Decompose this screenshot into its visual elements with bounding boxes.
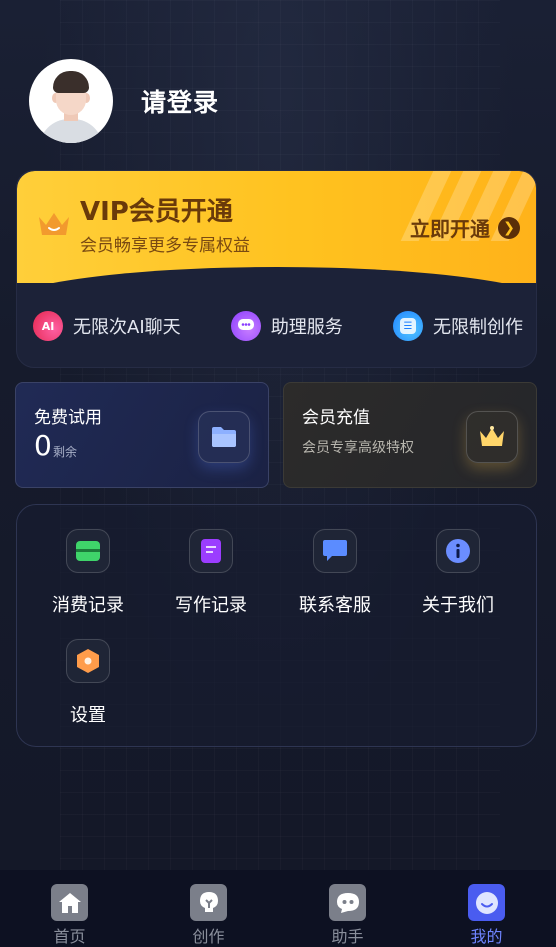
tab-label: 助手: [331, 927, 364, 946]
benefit-create: ☰ 无限制创作: [393, 311, 523, 341]
crown-icon: [466, 411, 518, 463]
benefit-assistant: 助理服务: [230, 311, 343, 341]
benefit-label: 无限制创作: [433, 317, 523, 338]
settings-hexagon-icon: [66, 639, 110, 683]
menu-label: 关于我们: [422, 595, 494, 616]
free-trial-count: 0: [34, 429, 52, 462]
benefit-label: 助理服务: [270, 317, 343, 338]
tab-label: 我的: [470, 927, 503, 946]
user-avatar-icon[interactable]: [29, 59, 113, 143]
menu-item-about-us[interactable]: 关于我们: [393, 529, 523, 617]
recharge-card[interactable]: 会员充值 会员专享高级特权: [283, 382, 537, 488]
tab-assistant[interactable]: 助手: [278, 870, 417, 947]
create-icon: ☰: [393, 311, 423, 341]
menu-label: 消费记录: [52, 595, 124, 616]
bottom-tab-bar: 首页 创作 助手 我的: [0, 870, 556, 947]
profile-icon: [468, 884, 505, 921]
vip-benefits: AI 无限次AI聊天 助理服务 ☰ 无限制创作: [33, 311, 523, 341]
wallet-icon: [66, 529, 110, 573]
info-icon: [436, 529, 480, 573]
login-prompt[interactable]: 请登录: [141, 83, 219, 119]
chat-bubble-icon: [313, 529, 357, 573]
vip-crown-icon: [39, 213, 69, 235]
menu-label: 写作记录: [175, 595, 247, 616]
home-icon: [51, 884, 88, 921]
vip-title: VIP会员开通: [80, 197, 233, 227]
document-icon: [189, 529, 233, 573]
free-trial-card[interactable]: 免费试用 0 剩余: [15, 382, 269, 488]
feature-menu: 消费记录 写作记录 联系客服 关于我们 设置: [16, 504, 537, 747]
menu-item-settings[interactable]: 设置: [23, 639, 153, 727]
tab-create[interactable]: 创作: [139, 870, 278, 947]
recharge-title: 会员充值: [302, 408, 370, 428]
tab-home[interactable]: 首页: [0, 870, 139, 947]
menu-item-writing-history[interactable]: 写作记录: [146, 529, 276, 617]
ai-chat-icon: AI: [33, 311, 63, 341]
vip-open-button[interactable]: 立即开通 ❯: [410, 213, 520, 242]
profile-header[interactable]: 请登录: [29, 59, 219, 143]
assistant-icon: [230, 311, 261, 341]
folder-icon: [198, 411, 250, 463]
vip-open-label: 立即开通: [410, 217, 490, 241]
free-trial-unit: 剩余: [53, 445, 78, 459]
bulb-icon: [190, 884, 227, 921]
vip-subtitle: 会员畅享更多专属权益: [80, 236, 250, 256]
tab-label: 创作: [192, 927, 225, 946]
vip-card[interactable]: VIP会员开通 会员畅享更多专属权益 立即开通 ❯ AI 无限次AI聊天 助理服…: [16, 170, 537, 368]
chevron-right-icon: ❯: [498, 216, 520, 239]
menu-item-customer-service[interactable]: 联系客服: [270, 529, 400, 617]
free-trial-title: 免费试用: [34, 408, 102, 428]
benefit-label: 无限次AI聊天: [73, 317, 181, 338]
menu-label: 设置: [70, 705, 106, 726]
tab-profile[interactable]: 我的: [417, 870, 556, 947]
menu-label: 联系客服: [299, 595, 371, 616]
menu-item-consumption[interactable]: 消费记录: [23, 529, 153, 617]
assistant-bot-icon: [329, 884, 366, 921]
recharge-subtitle: 会员专享高级特权: [302, 440, 414, 456]
benefit-ai-chat: AI 无限次AI聊天: [33, 311, 181, 341]
tab-label: 首页: [53, 927, 86, 946]
